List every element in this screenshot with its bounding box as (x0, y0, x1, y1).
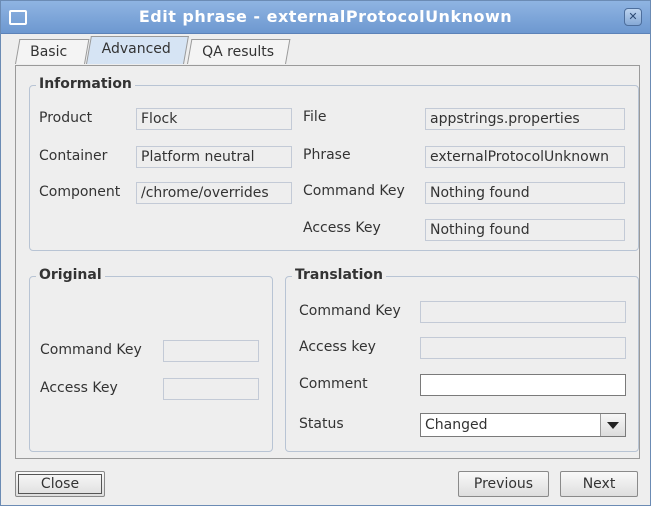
original-group-title: Original (36, 267, 105, 283)
tab-advanced[interactable]: Advanced (86, 36, 189, 64)
previous-button[interactable]: Previous (458, 471, 549, 497)
translation-access-key-label: Access key (299, 339, 376, 355)
tab-basic-label: Basic (30, 44, 68, 60)
status-select[interactable]: Changed (420, 413, 626, 437)
info-command-key-field: Nothing found (425, 182, 625, 204)
next-button[interactable]: Next (560, 471, 638, 497)
file-field: appstrings.properties (425, 108, 625, 130)
comment-input[interactable] (420, 374, 626, 396)
information-group-title: Information (36, 76, 135, 92)
advanced-tab-panel: Information Product Flock Container Plat… (15, 65, 640, 459)
product-field: Flock (136, 108, 292, 130)
file-label: File (303, 109, 327, 125)
info-access-key-label: Access Key (303, 220, 381, 236)
original-command-key-label: Command Key (40, 342, 142, 358)
component-field: /chrome/overrides (136, 182, 292, 204)
component-label: Component (39, 184, 121, 200)
phrase-field: externalProtocolUnknown (425, 146, 625, 168)
product-label: Product (39, 110, 93, 126)
translation-command-key-label: Command Key (299, 303, 401, 319)
chevron-down-icon[interactable] (600, 414, 625, 436)
phrase-label: Phrase (303, 147, 351, 163)
translation-command-key-field (420, 301, 626, 323)
window-close-icon[interactable]: ✕ (624, 8, 642, 26)
status-selected-value: Changed (425, 417, 488, 433)
container-field: Platform neutral (136, 146, 292, 168)
edit-phrase-dialog: Edit phrase - externalProtocolUnknown ✕ … (0, 0, 651, 506)
original-command-key-field (163, 340, 259, 362)
tab-qa-results[interactable]: QA results (187, 39, 291, 64)
original-group: Original Command Key Access Key (29, 267, 273, 452)
close-button[interactable]: Close (15, 471, 105, 497)
information-group: Information Product Flock Container Plat… (29, 76, 639, 251)
comment-label: Comment (299, 376, 368, 392)
window-title: Edit phrase - externalProtocolUnknown (138, 7, 513, 26)
info-command-key-label: Command Key (303, 183, 405, 199)
translation-group-title: Translation (292, 267, 386, 283)
tab-basic[interactable]: Basic (15, 39, 90, 64)
container-label: Container (39, 148, 108, 164)
translation-group: Translation Command Key Access key Comme… (285, 267, 639, 452)
status-label: Status (299, 416, 344, 432)
tab-advanced-label: Advanced (101, 41, 171, 57)
title-bar[interactable]: Edit phrase - externalProtocolUnknown ✕ (1, 1, 650, 34)
translation-access-key-field (420, 337, 626, 359)
tab-qa-results-label: QA results (202, 44, 275, 60)
info-access-key-field: Nothing found (425, 219, 625, 241)
original-access-key-label: Access Key (40, 380, 118, 396)
original-access-key-field (163, 378, 259, 400)
